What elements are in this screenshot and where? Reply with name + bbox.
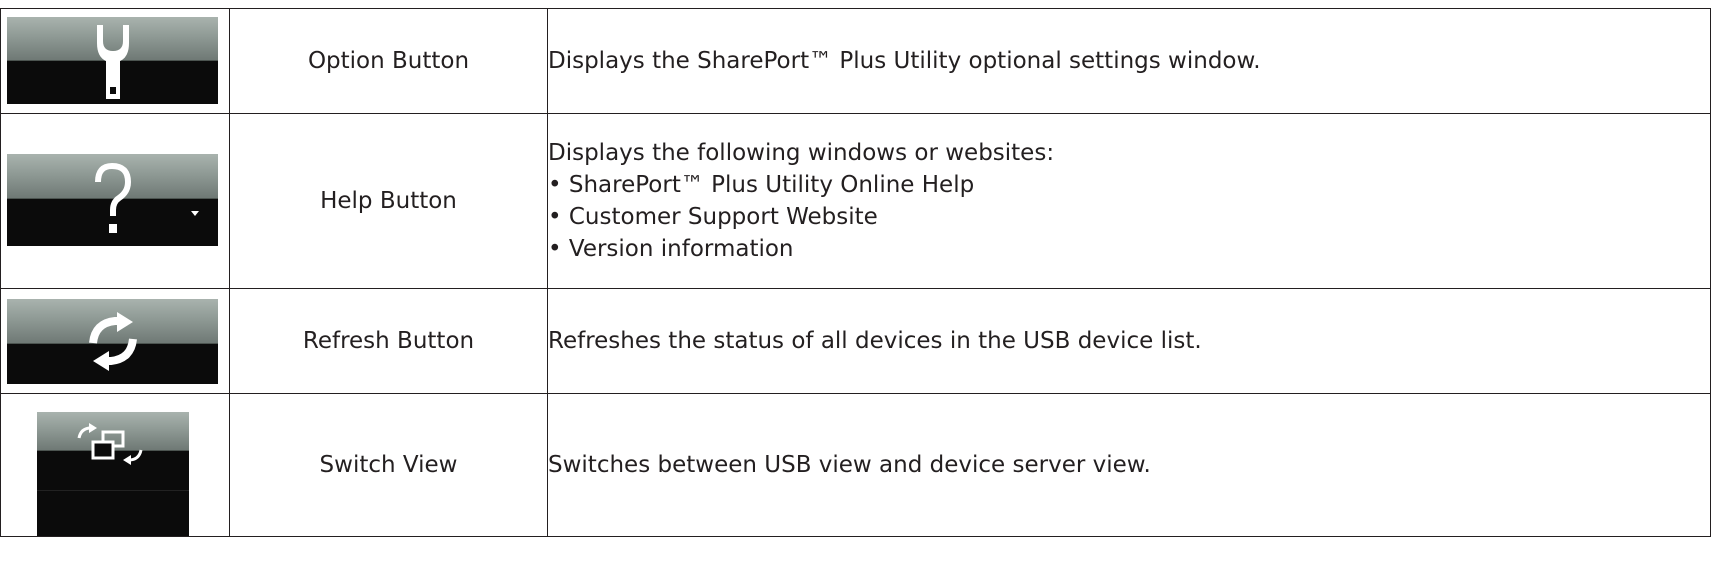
switch-view-icon	[77, 423, 143, 465]
button-description: Displays the SharePort™ Plus Utility opt…	[547, 8, 1711, 114]
description-line: Refreshes the status of all devices in t…	[548, 328, 1202, 354]
button-reference-table: Option Button Displays the SharePort™ Pl…	[0, 8, 1711, 537]
description-bullet: • Version information	[548, 236, 794, 262]
description-bullet: • SharePort™ Plus Utility Online Help	[548, 172, 975, 198]
button-description: Refreshes the status of all devices in t…	[547, 288, 1711, 394]
icon-cell	[0, 288, 230, 394]
table-row-help: Help Button Displays the following windo…	[0, 113, 1711, 289]
button-description: Switches between USB view and device ser…	[547, 393, 1711, 537]
table-row-option: Option Button Displays the SharePort™ Pl…	[0, 8, 1711, 114]
button-name: Help Button	[229, 113, 548, 289]
button-description: Displays the following windows or websit…	[547, 113, 1711, 289]
chevron-down-icon	[191, 211, 199, 216]
question-mark-icon	[95, 162, 199, 233]
icon-cell	[0, 113, 230, 289]
description-line: Displays the SharePort™ Plus Utility opt…	[548, 48, 1261, 74]
table-row-refresh: Refresh Button Refreshes the status of a…	[0, 288, 1711, 394]
icon-cell	[0, 8, 230, 114]
help-button-image	[7, 154, 218, 246]
button-name: Refresh Button	[229, 288, 548, 394]
description-bullet: • Customer Support Website	[548, 204, 878, 230]
wrench-icon	[97, 25, 129, 99]
description-line: Switches between USB view and device ser…	[548, 452, 1151, 478]
button-name: Switch View	[229, 393, 548, 537]
refresh-icon	[89, 312, 137, 371]
refresh-button-image	[7, 299, 218, 384]
description-line: Displays the following windows or websit…	[548, 140, 1055, 166]
button-name: Option Button	[229, 8, 548, 114]
icon-cell	[0, 393, 230, 537]
switch-view-button-image	[37, 412, 189, 536]
table-row-switch-view: Switch View Switches between USB view an…	[0, 393, 1711, 537]
option-button-image	[7, 17, 218, 104]
